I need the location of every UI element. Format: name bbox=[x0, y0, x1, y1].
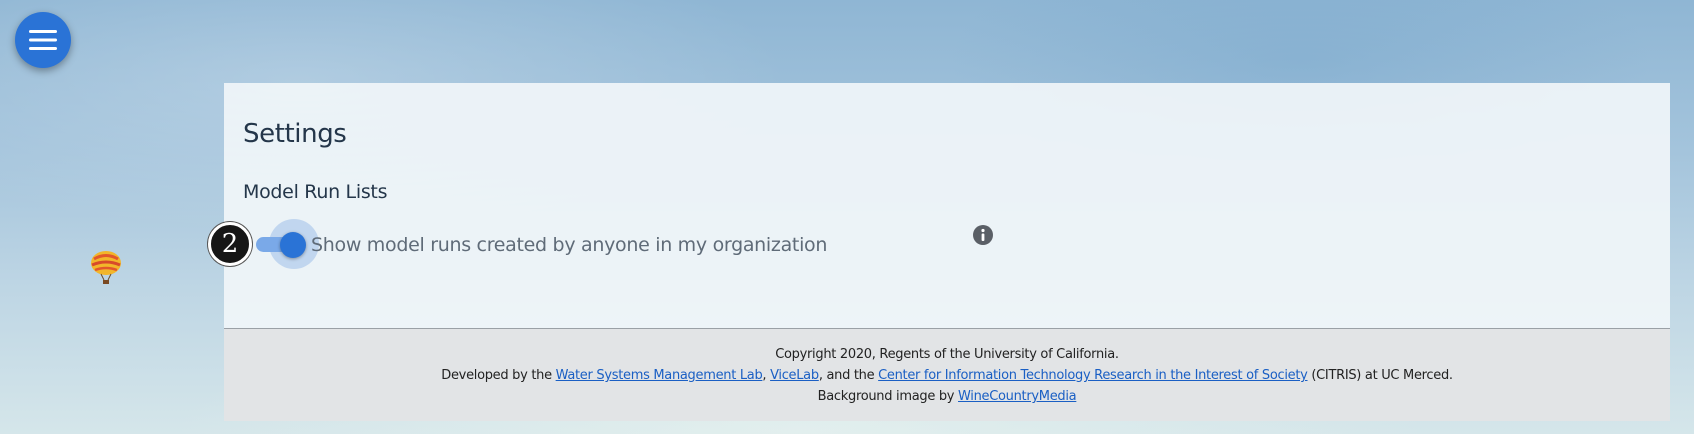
footer-separator-1: , bbox=[762, 368, 771, 383]
info-icon[interactable] bbox=[973, 225, 993, 245]
settings-panel: Settings Model Run Lists 2 Show model ru… bbox=[208, 83, 1670, 328]
citris-link[interactable]: Center for Information Technology Resear… bbox=[878, 368, 1308, 383]
section-title: Model Run Lists bbox=[243, 181, 388, 203]
settings-card: Settings Model Run Lists 2 Show model ru… bbox=[208, 83, 1670, 421]
toggle-label[interactable]: Show model runs created by anyone in my … bbox=[311, 234, 827, 256]
hamburger-menu-icon bbox=[29, 30, 57, 50]
footer-developed-prefix: Developed by the bbox=[441, 368, 556, 383]
footer-background-prefix: Background image by bbox=[817, 389, 959, 404]
footer-separator-2: , and the bbox=[818, 368, 879, 383]
step-number-badge: 2 bbox=[208, 222, 252, 266]
page-title: Settings bbox=[243, 119, 347, 149]
toggle-knob[interactable] bbox=[280, 232, 306, 258]
footer-developed-suffix: (CITRIS) at UC Merced. bbox=[1307, 368, 1453, 383]
footer-background-credit: Background image by WineCountryMedia bbox=[224, 389, 1670, 404]
footer: Copyright 2020, Regents of the Universit… bbox=[224, 328, 1670, 421]
wsml-link[interactable]: Water Systems Management Lab bbox=[556, 368, 763, 383]
winecountrymedia-link[interactable]: WineCountryMedia bbox=[958, 389, 1077, 404]
footer-copyright: Copyright 2020, Regents of the Universit… bbox=[775, 347, 1119, 362]
vicelab-link[interactable]: ViceLab bbox=[770, 368, 819, 383]
menu-button[interactable] bbox=[15, 12, 71, 68]
hot-air-balloon-icon bbox=[91, 251, 121, 284]
show-org-model-runs-toggle[interactable] bbox=[256, 219, 319, 269]
footer-credits: Developed by the Water Systems Managemen… bbox=[224, 368, 1670, 383]
